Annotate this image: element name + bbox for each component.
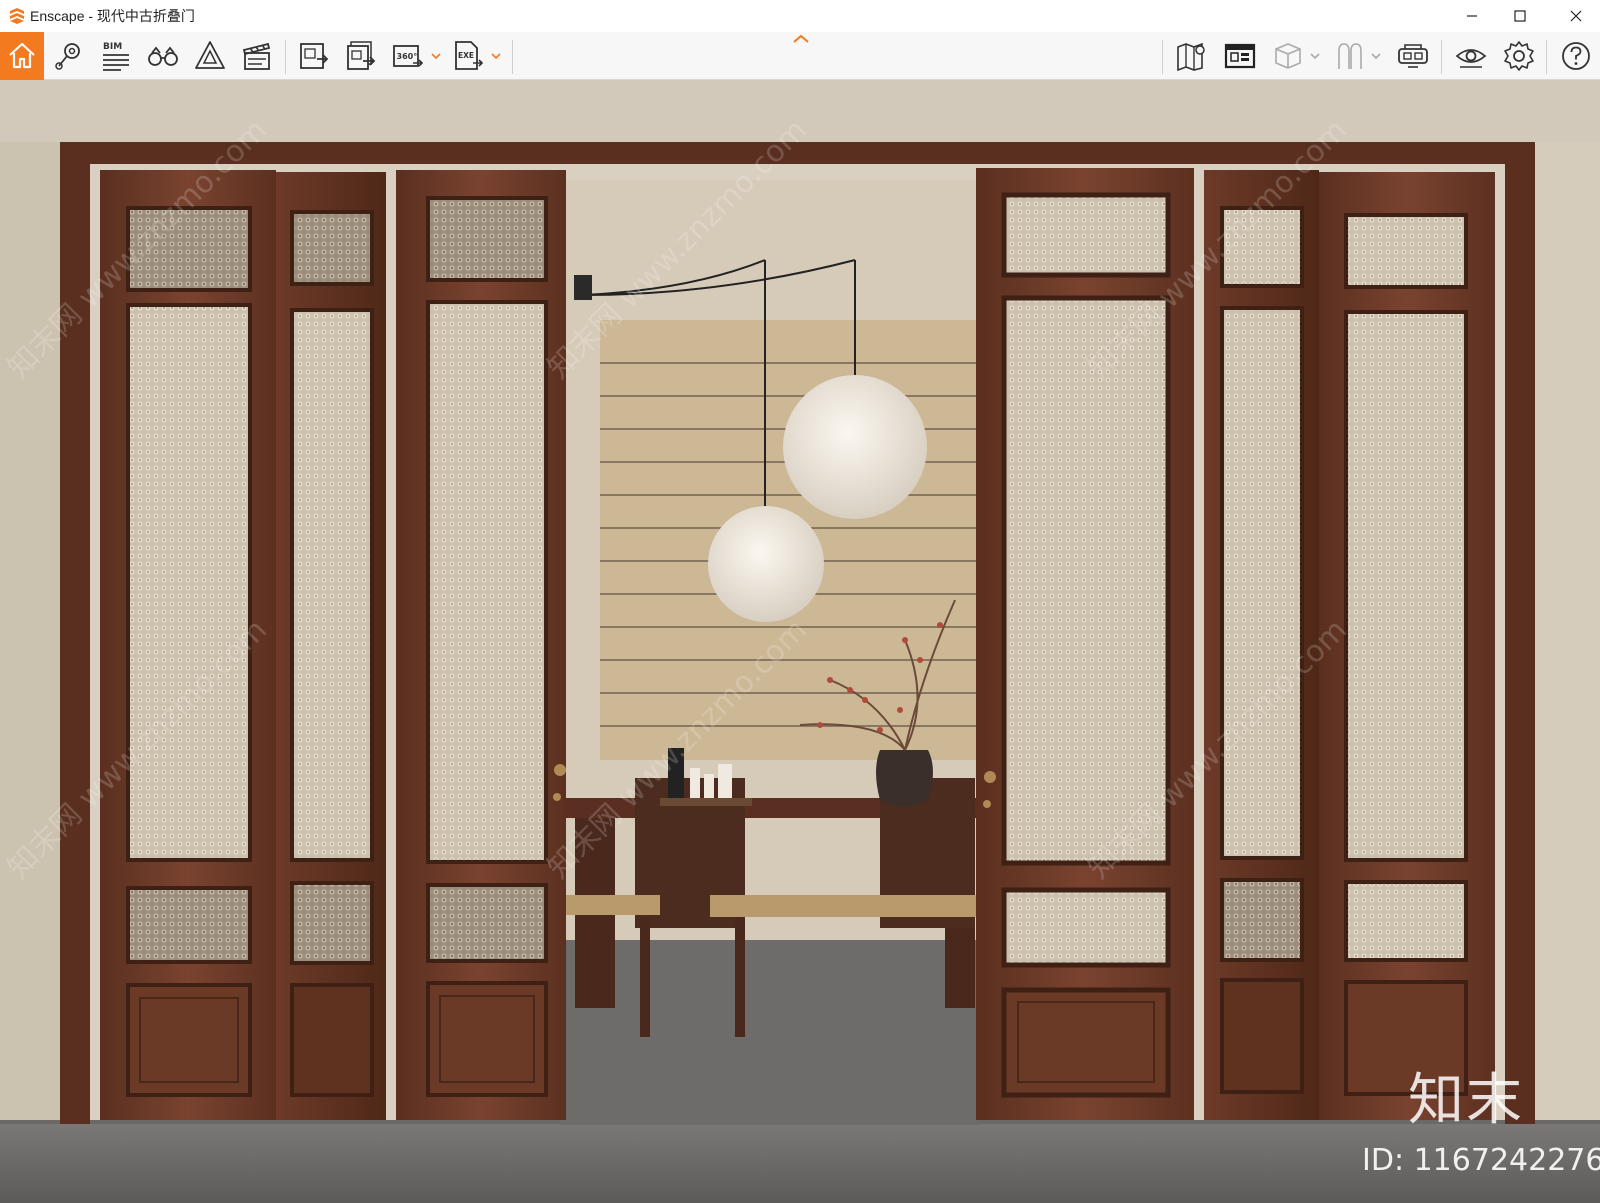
toolbar-separator [512,40,513,74]
map-icon [1177,42,1205,72]
triangle-material-icon [195,41,225,69]
render-image-button[interactable] [294,36,334,76]
bim-list-icon: BIM [103,42,129,71]
close-button[interactable] [1552,0,1600,32]
cube-dropdown-caret[interactable] [1310,49,1320,63]
eye-icon [1455,49,1487,68]
walk-dropdown-caret[interactable] [1371,49,1381,63]
cube-icon [1275,43,1301,69]
title-bar: Enscape - 现代中古折叠门 [0,0,1600,32]
clapperboard-icon [242,42,271,70]
binoculars-icon [148,46,178,66]
walk-button[interactable] [1330,36,1370,76]
vr-button[interactable] [1393,36,1433,76]
export-image-icon [300,43,329,69]
home-button[interactable] [0,32,44,80]
chevron-down-icon [491,53,501,60]
gear-icon [1504,41,1534,71]
scene-render: 知末网 www.znzmo.com 知末网 www.znzmo.com 知末网 … [0,80,1600,1203]
visual-settings-button[interactable] [1451,36,1491,76]
brand-watermark: 知末 [1408,1068,1524,1133]
toolbar-separator [1546,40,1547,74]
asset-library-button[interactable] [1220,36,1260,76]
exe-export-button[interactable]: EXE [448,36,488,76]
close-icon [1570,10,1582,22]
maximize-button[interactable] [1496,0,1544,32]
image-id-watermark: ID: 1167242276 [1362,1143,1600,1178]
minimize-button[interactable] [1448,0,1496,32]
bim-button[interactable]: BIM [96,36,136,76]
vr-headset-icon [1398,44,1428,68]
help-icon [1562,42,1590,70]
exe-dropdown-caret[interactable] [491,49,501,63]
chevron-down-icon [1310,53,1320,60]
toolbar-separator [285,40,286,74]
views-button[interactable] [49,36,89,76]
batch-render-button[interactable] [341,36,381,76]
chevron-down-icon [1371,53,1381,60]
minimize-icon [1467,15,1477,17]
panorama-360-icon: 360° [393,45,424,67]
bim-label: BIM [103,42,122,52]
batch-export-icon [347,41,376,70]
panorama-button[interactable]: 360° [388,36,428,76]
panorama-label: 360° [397,52,418,61]
enscape-logo-icon [10,8,24,24]
exe-label: EXE [458,51,474,60]
render-viewport[interactable]: 知末网 www.znzmo.com 知末网 www.znzmo.com 知末网 … [0,80,1600,1203]
help-button[interactable] [1556,36,1596,76]
exe-export-icon: EXE [455,41,484,70]
home-icon [9,42,35,69]
cube-button[interactable] [1268,36,1308,76]
location-pin-icon [55,43,80,70]
settings-button[interactable] [1499,36,1539,76]
toolbar-separator [1162,40,1163,74]
materials-button[interactable] [190,36,230,76]
footprints-icon [1338,43,1362,69]
chevron-down-icon [431,53,441,60]
asset-library-icon [1224,43,1256,69]
binoculars-button[interactable] [143,36,183,76]
collapse-toolbar-button[interactable] [790,32,812,46]
toolbar-separator [1441,40,1442,74]
window-title: Enscape - 现代中古折叠门 [30,8,195,24]
panorama-dropdown-caret[interactable] [431,49,441,63]
video-editor-button[interactable] [237,36,277,76]
chevron-up-icon [793,34,809,43]
maximize-icon [1514,10,1526,22]
map-button[interactable] [1172,36,1212,76]
